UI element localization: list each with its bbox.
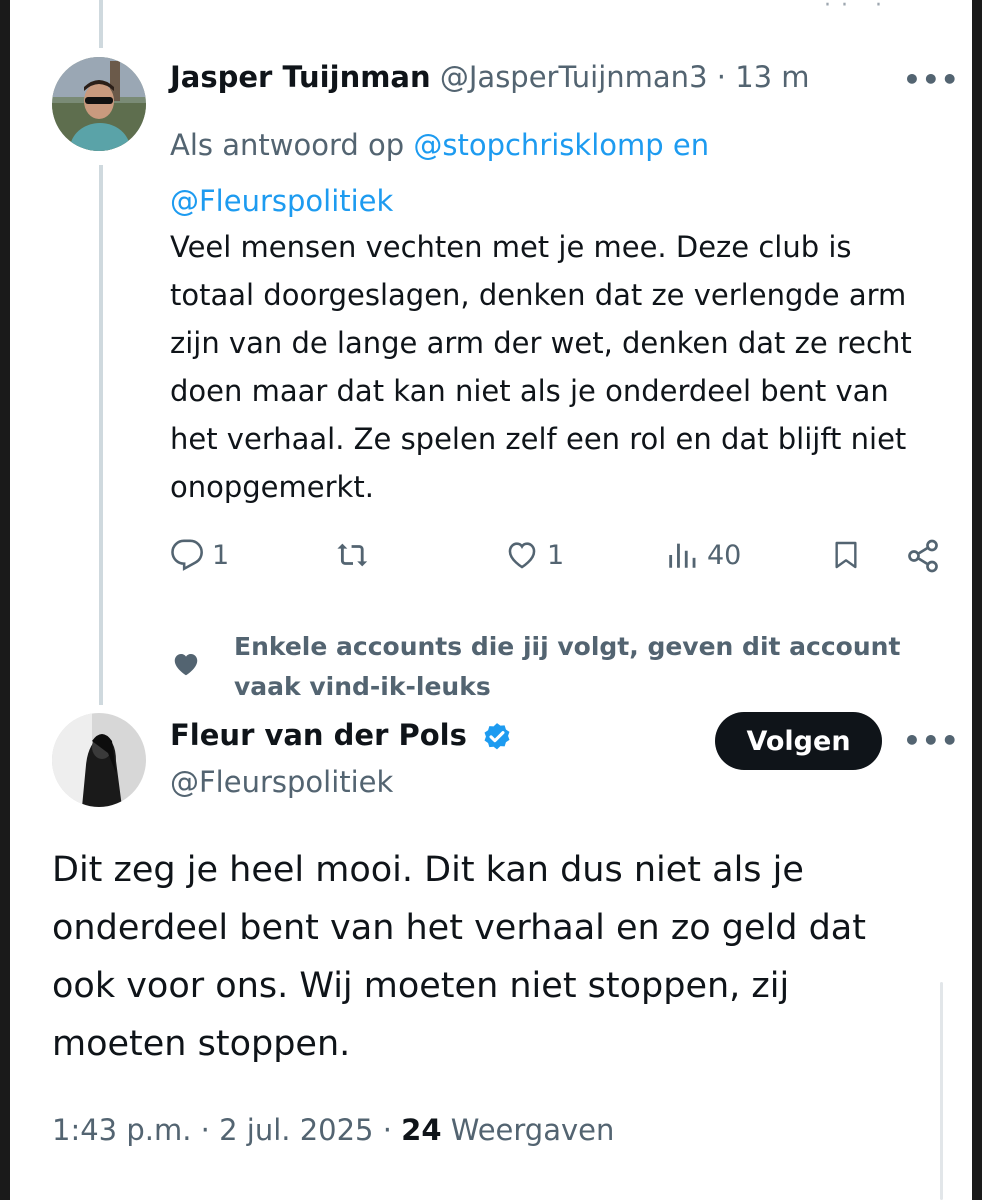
heart-filled-icon	[174, 654, 198, 676]
reply-tweet-header: Jasper Tuijnman @JasperTuijnman3 · 13 m	[170, 60, 810, 94]
reply-context: Als antwoord op @stopchrisklomp en @Fleu…	[170, 117, 870, 229]
retweet-button[interactable]	[335, 538, 371, 572]
author-name[interactable]: Jasper Tuijnman	[170, 60, 431, 94]
tweet-date[interactable]: 2 jul. 2025	[219, 1113, 373, 1147]
retweet-icon	[337, 543, 368, 567]
tweet-action-bar: 1 1 40	[170, 538, 960, 588]
reply-button[interactable]: 1	[170, 538, 229, 572]
like-button[interactable]: 1	[505, 538, 564, 572]
views-chart-icon	[669, 543, 696, 568]
separator-dot: ·	[382, 1113, 392, 1147]
tweet-thread-screenshot: ·· · Jasper Tuijnman @JasperTuijnman3 · …	[10, 0, 972, 1200]
avatar-photo-fleur	[52, 713, 146, 807]
social-context-text: Enkele accounts die jij volgt, geven dit…	[234, 632, 901, 701]
author-name[interactable]: Fleur van der Pols	[170, 718, 467, 752]
share-button[interactable]	[905, 538, 941, 574]
avatar-photo-jasper	[52, 57, 146, 151]
tweet-meta: 1:43 p.m. · 2 jul. 2025 · 24 Weergaven	[52, 1113, 614, 1147]
mention-link[interactable]: @stopchrisklomp	[413, 128, 663, 162]
reply-and: en	[672, 128, 710, 162]
main-tweet-text: Dit zeg je heel mooi. Dit kan dus niet a…	[52, 850, 866, 1064]
author-handle[interactable]: @Fleurspolitiek	[170, 765, 393, 799]
like-count: 1	[547, 539, 565, 571]
views-button[interactable]: 40	[665, 538, 741, 572]
avatar[interactable]	[52, 713, 146, 807]
separator-dot: ·	[716, 60, 726, 94]
reply-count: 1	[212, 539, 230, 571]
reply-icon	[171, 539, 203, 571]
tweet-time[interactable]: 13 m	[735, 60, 809, 94]
view-count: 24	[401, 1113, 442, 1147]
previous-tweet-remnant: ·· ·	[824, 0, 892, 18]
thread-connector	[99, 165, 103, 705]
reply-prefix: Als antwoord op	[170, 128, 405, 162]
more-options-icon[interactable]: •••	[903, 724, 960, 757]
follow-button[interactable]: Volgen	[715, 712, 882, 770]
separator-dot: ·	[200, 1113, 210, 1147]
thread-connector-top	[99, 0, 103, 48]
verified-badge-icon[interactable]	[480, 721, 514, 755]
mention-link[interactable]: @Fleurspolitiek	[170, 184, 393, 218]
avatar[interactable]	[52, 57, 146, 151]
share-icon	[908, 539, 938, 573]
tweet-time[interactable]: 1:43 p.m.	[52, 1113, 191, 1147]
author-handle[interactable]: @JasperTuijnman3	[440, 60, 708, 94]
more-options-icon[interactable]: •••	[903, 63, 960, 96]
view-count: 40	[707, 539, 742, 571]
bookmark-button[interactable]	[830, 538, 862, 572]
reply-tweet-text: Veel mensen vechten met je mee. Deze clu…	[170, 230, 912, 504]
scrollbar[interactable]	[940, 982, 943, 1200]
views-label: Weergaven	[450, 1113, 615, 1147]
bookmark-icon	[835, 541, 857, 569]
heart-icon	[508, 542, 536, 569]
